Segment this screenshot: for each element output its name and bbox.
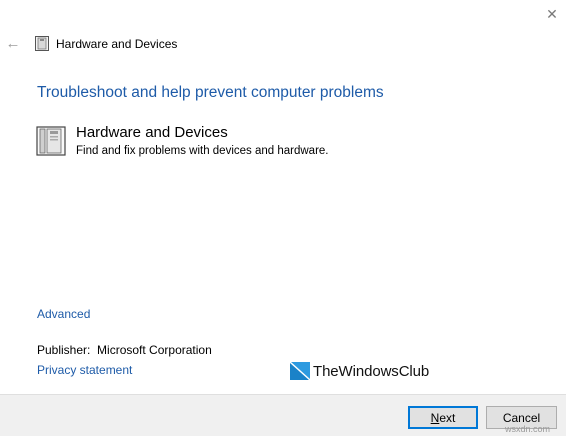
troubleshooter-title: Hardware and Devices <box>76 124 228 141</box>
privacy-statement-link[interactable]: Privacy statement <box>37 363 132 377</box>
footer-bar: Next Cancel <box>0 394 566 436</box>
publisher-label: Publisher: <box>37 343 91 357</box>
publisher-line: Publisher: Microsoft Corporation <box>37 343 212 357</box>
close-icon: ✕ <box>546 5 558 22</box>
back-button[interactable]: ← <box>4 34 22 52</box>
page-heading: Troubleshoot and help prevent computer p… <box>37 84 384 101</box>
watermark: TheWindowsClub <box>290 361 429 381</box>
site-mark: wsxdn.com <box>505 424 551 434</box>
next-accesskey: N <box>430 410 440 425</box>
troubleshooter-description: Find and fix problems with devices and h… <box>76 145 329 157</box>
publisher-value: Microsoft Corporation <box>97 343 212 357</box>
next-button[interactable]: Next <box>408 406 478 429</box>
back-arrow-icon: ← <box>5 34 21 52</box>
advanced-link[interactable]: Advanced <box>37 307 90 321</box>
hardware-devices-icon <box>36 126 66 156</box>
close-button[interactable]: ✕ <box>541 4 563 24</box>
next-label: ext <box>439 410 456 425</box>
watermark-text: TheWindowsClub <box>313 362 430 380</box>
troubleshooter-item[interactable]: Hardware and Devices Find and fix proble… <box>36 124 516 162</box>
hardware-devices-title-icon <box>35 36 49 51</box>
windows-logo-icon <box>290 362 310 380</box>
window-title: Hardware and Devices <box>56 37 178 51</box>
